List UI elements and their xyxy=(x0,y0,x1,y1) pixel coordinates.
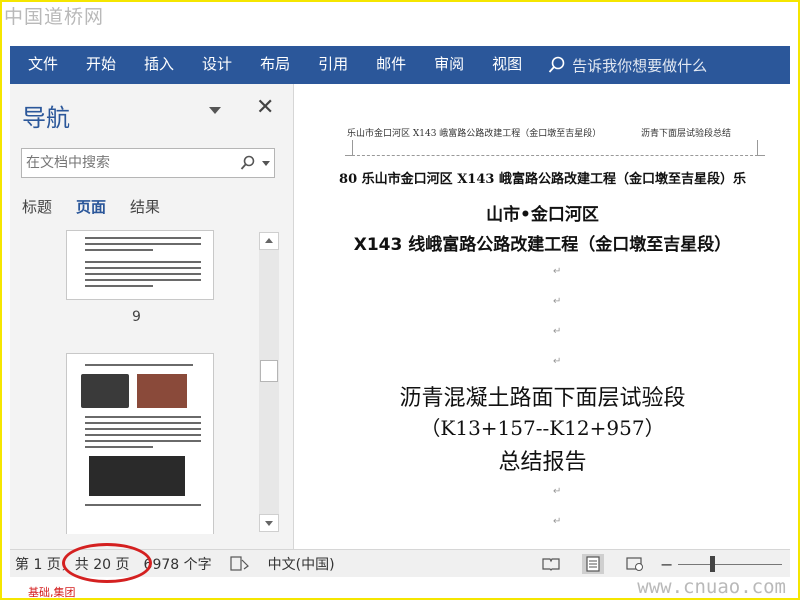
tab-home[interactable]: 开始 xyxy=(72,46,130,84)
nav-tab-pages[interactable]: 页面 xyxy=(76,196,106,217)
thumbnail-photo xyxy=(81,374,129,408)
page-thumbnails: 9 xyxy=(10,224,294,534)
thumbnail-page-number: 9 xyxy=(132,309,141,325)
tab-design[interactable]: 设计 xyxy=(188,46,246,84)
paragraph-mark: ↵ xyxy=(553,296,562,307)
tab-references[interactable]: 引用 xyxy=(304,46,362,84)
page-header-right: 沥青下面层试验段总结 xyxy=(641,129,732,139)
proofing-icon[interactable] xyxy=(229,555,251,573)
read-mode-icon[interactable] xyxy=(540,554,562,574)
search-box xyxy=(21,148,275,178)
chevron-down-icon[interactable] xyxy=(208,106,222,116)
document-page[interactable]: 乐山市金口河区 X143 峨富路公路改建工程（金口墩至吉星段） 沥青下面层试验段… xyxy=(295,84,790,549)
chevron-up-icon xyxy=(265,238,273,243)
title-line-1: 80 乐山市金口河区 X143 峨富路公路改建工程（金口墩至吉星段）乐 xyxy=(339,172,746,187)
status-bar: 第 1 页，共 20 页 6978 个字 中文(中国) − xyxy=(10,549,790,577)
lightbulb-search-icon xyxy=(548,56,565,73)
tab-review[interactable]: 审阅 xyxy=(420,46,478,84)
title-line-3: X143 线峨富路公路改建工程（金口墩至吉星段） xyxy=(353,235,732,255)
tell-me-box[interactable]: 告诉我你想要做什么 xyxy=(548,46,707,84)
report-title-line-1: 沥青混凝土路面下面层试验段 xyxy=(399,386,686,411)
nav-tabs: 标题 页面 结果 xyxy=(22,196,184,217)
header-rule xyxy=(347,155,763,156)
page-thumbnail[interactable] xyxy=(66,230,214,300)
scroll-track[interactable] xyxy=(259,250,279,514)
zoom-slider-handle[interactable] xyxy=(710,556,715,572)
header-corner-mark xyxy=(345,140,353,156)
paragraph-mark: ↵ xyxy=(553,486,562,497)
nav-tab-results[interactable]: 结果 xyxy=(130,196,160,217)
search-input[interactable] xyxy=(22,155,234,171)
search-options-dropdown-icon[interactable] xyxy=(262,161,270,167)
title-line-2: 山市•金口河区 xyxy=(486,205,599,225)
close-icon[interactable]: ✕ xyxy=(256,97,274,119)
thumbnail-photo xyxy=(89,456,185,496)
tab-insert[interactable]: 插入 xyxy=(130,46,188,84)
report-title-line-2: （K13+157--K12+957） xyxy=(420,416,665,440)
word-count-status[interactable]: 6978 个字 xyxy=(139,554,217,574)
watermark-bottom: www.cnuao.com xyxy=(637,576,786,598)
paragraph-mark: ↵ xyxy=(553,266,562,277)
red-text-fragment: 基础,集团 xyxy=(28,586,76,599)
web-layout-icon[interactable] xyxy=(624,554,646,574)
search-icon[interactable] xyxy=(240,155,256,171)
navigation-pane: 导航 ✕ 标题 页面 结果 9 xyxy=(10,84,294,549)
scroll-up-arrow[interactable] xyxy=(259,232,279,250)
watermark-top: 中国道桥网 xyxy=(4,6,105,28)
tab-mailings[interactable]: 邮件 xyxy=(362,46,420,84)
paragraph-mark: ↵ xyxy=(553,516,562,527)
nav-tab-headings[interactable]: 标题 xyxy=(22,196,52,217)
paragraph-mark: ↵ xyxy=(553,326,562,337)
header-corner-mark xyxy=(757,140,765,156)
thumbnail-scrollbar[interactable] xyxy=(259,232,279,532)
report-title-line-3: 总结报告 xyxy=(498,450,587,475)
chevron-down-icon xyxy=(265,521,273,526)
thumbnail-photo xyxy=(137,374,187,408)
nav-title: 导航 xyxy=(22,104,70,132)
ribbon-tab-bar: 文件 开始 插入 设计 布局 引用 邮件 审阅 视图 告诉我你想要做什么 xyxy=(10,46,790,84)
language-status[interactable]: 中文(中国) xyxy=(263,554,340,574)
scroll-down-arrow[interactable] xyxy=(259,514,279,532)
print-layout-icon[interactable] xyxy=(582,554,604,574)
scroll-thumb[interactable] xyxy=(260,360,278,382)
zoom-out-icon[interactable]: − xyxy=(660,555,673,574)
tab-file[interactable]: 文件 xyxy=(10,46,72,84)
paragraph-mark: ↵ xyxy=(553,356,562,367)
tab-view[interactable]: 视图 xyxy=(478,46,536,84)
page-thumbnail[interactable] xyxy=(66,353,214,534)
page-header-left: 乐山市金口河区 X143 峨富路公路改建工程（金口墩至吉星段） xyxy=(347,129,602,139)
tell-me-label: 告诉我你想要做什么 xyxy=(572,56,708,75)
tab-layout[interactable]: 布局 xyxy=(246,46,304,84)
page-count-status[interactable]: 第 1 页，共 20 页 xyxy=(10,554,135,574)
zoom-slider-track[interactable] xyxy=(678,564,782,565)
